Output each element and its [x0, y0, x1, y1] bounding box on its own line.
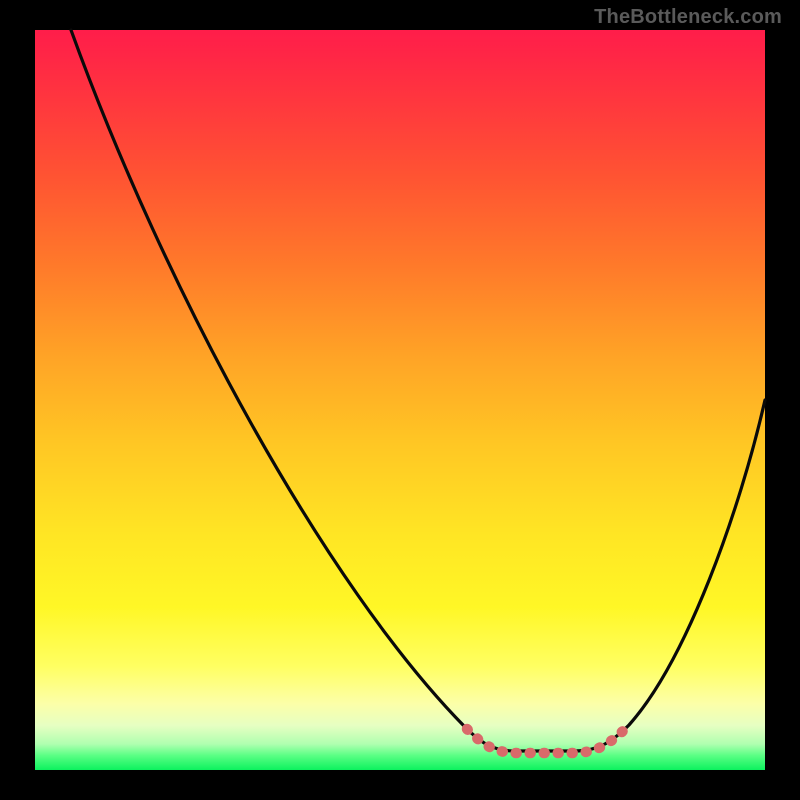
chart-container: TheBottleneck.com [0, 0, 800, 800]
watermark-text: TheBottleneck.com [594, 6, 782, 29]
bottom-marker-dots [467, 727, 627, 753]
chart-svg [35, 30, 765, 770]
bottleneck-curve [71, 30, 765, 751]
